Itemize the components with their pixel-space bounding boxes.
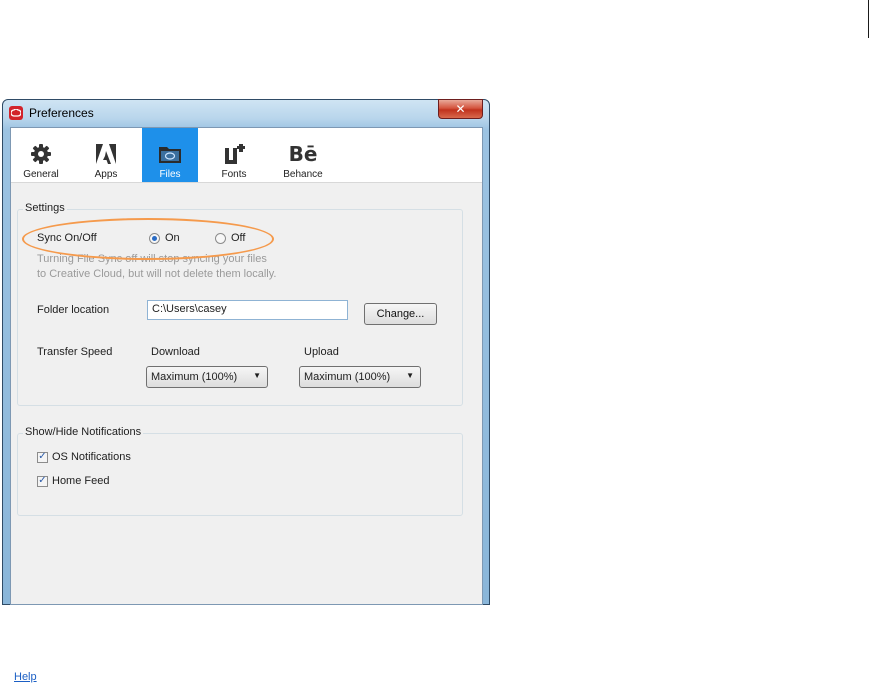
chevron-down-icon: ▼ bbox=[253, 371, 261, 380]
upload-speed-value: Maximum (100%) bbox=[304, 371, 391, 383]
adobe-logo-icon bbox=[78, 142, 134, 166]
checkmark-icon: ✓ bbox=[37, 475, 48, 487]
fonts-icon bbox=[206, 142, 262, 166]
tab-files-label: Files bbox=[159, 169, 181, 180]
transfer-speed-label: Transfer Speed bbox=[37, 346, 113, 358]
window-title: Preferences bbox=[29, 106, 94, 120]
upload-speed-select[interactable]: Maximum (100%) ▼ bbox=[299, 366, 421, 388]
tab-apps-label: Apps bbox=[94, 169, 118, 180]
notifications-legend: Show/Hide Notifications bbox=[23, 426, 144, 438]
upload-label: Upload bbox=[304, 346, 339, 358]
sync-note-line-2: to Creative Cloud, but will not delete t… bbox=[37, 268, 277, 280]
help-link[interactable]: Help bbox=[14, 671, 37, 683]
tab-apps[interactable]: Apps bbox=[78, 128, 134, 182]
gear-icon bbox=[13, 142, 69, 166]
os-notifications-label: OS Notifications bbox=[52, 451, 131, 463]
tab-fonts[interactable]: Fonts bbox=[206, 128, 262, 182]
tab-fonts-label: Fonts bbox=[221, 169, 247, 180]
tab-behance[interactable]: Bē Behance bbox=[275, 128, 331, 182]
settings-legend: Settings bbox=[23, 202, 67, 214]
folder-location-field[interactable]: C:\Users\casey bbox=[147, 300, 348, 320]
checkmark-icon: ✓ bbox=[37, 451, 48, 463]
chevron-down-icon: ▼ bbox=[406, 371, 414, 380]
close-button[interactable]: ✕ bbox=[438, 99, 483, 119]
behance-logo-icon: Bē bbox=[288, 142, 318, 166]
sync-highlight-ellipse bbox=[22, 218, 274, 260]
os-notifications-checkbox[interactable]: ✓ OS Notifications bbox=[37, 451, 131, 463]
preferences-window: Preferences ✕ General Apps Files Fonts B… bbox=[2, 99, 490, 683]
creative-cloud-icon bbox=[9, 106, 23, 120]
title-bar: Preferences ✕ bbox=[3, 99, 489, 126]
dialog-body: General Apps Files Fonts Bē Behance Sett… bbox=[10, 127, 483, 683]
tab-general[interactable]: General bbox=[13, 128, 69, 182]
download-label: Download bbox=[151, 346, 200, 358]
home-feed-label: Home Feed bbox=[52, 475, 110, 487]
home-feed-checkbox[interactable]: ✓ Home Feed bbox=[37, 475, 109, 487]
preferences-toolbar: General Apps Files Fonts Bē Behance bbox=[11, 128, 482, 183]
download-speed-value: Maximum (100%) bbox=[151, 371, 238, 383]
tab-general-label: General bbox=[23, 169, 59, 180]
folder-icon bbox=[142, 142, 198, 166]
download-speed-select[interactable]: Maximum (100%) ▼ bbox=[146, 366, 268, 388]
tab-behance-label: Behance bbox=[283, 169, 323, 180]
tab-files[interactable]: Files bbox=[142, 128, 198, 182]
change-folder-button[interactable]: Change... bbox=[364, 303, 437, 325]
folder-label: Folder location bbox=[37, 304, 110, 316]
